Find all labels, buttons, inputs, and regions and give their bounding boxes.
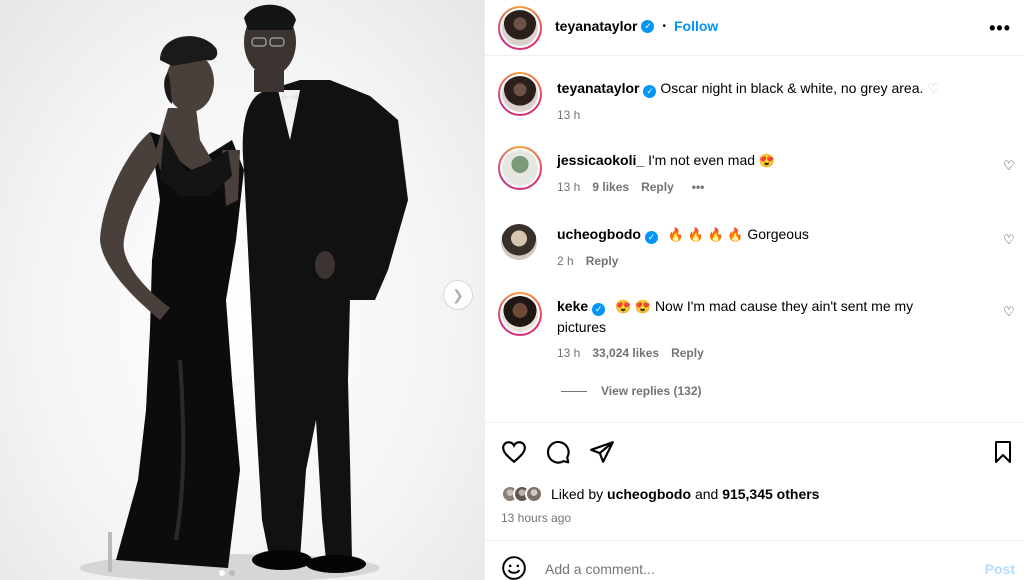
avatar-image [502,296,538,332]
comment-item: keke ✓ 😍 😍 Now I'm mad cause they ain't s… [485,288,1024,378]
liker-avatar [525,485,543,503]
caption-row: teyanataylor ✓ Oscar night in black & whi… [485,66,1024,134]
caption-text: Oscar night in black & white, no grey ar… [660,80,924,96]
heart-outline-icon: ♡ [927,80,940,96]
post-header: teyanataylor ✓ • Follow ••• [485,0,1024,56]
caption-time: 13 h [557,108,581,122]
post-button[interactable]: Post [985,561,1015,577]
author-username[interactable]: teyanataylor [555,18,637,34]
comment-username[interactable]: ucheogbodo [557,226,641,242]
heart-icon[interactable] [501,439,527,465]
like-comment-icon[interactable]: ♡ [1003,158,1015,173]
comment-time: 2 h [557,254,574,268]
avatar-image [502,10,538,46]
comment-emoji: 😍 [758,153,776,168]
more-icon[interactable]: ••• [989,18,1011,39]
comment-username[interactable]: jessicaokoli_ [557,152,644,168]
author-avatar[interactable] [498,6,542,50]
reply-button[interactable]: Reply [586,254,619,268]
next-photo-button[interactable]: ❯ [443,280,473,310]
view-replies-label: View replies (132) [601,384,702,398]
verified-badge-icon: ✓ [645,230,658,244]
view-replies-button[interactable]: View replies (132) [561,384,702,398]
share-icon[interactable] [589,439,615,465]
comment-item: jessicaokoli_ I'm not even mad 😍 13 h 9 … [485,140,1024,210]
post-details-panel: teyanataylor ✓ • Follow ••• teyanataylor… [484,0,1024,580]
verified-badge-icon: ✓ [641,19,655,33]
more-icon[interactable]: ••• [692,180,705,194]
comment-time: 13 h [557,180,581,194]
like-comment-icon[interactable]: ♡ [1003,232,1015,247]
comment-text: Gorgeous [747,226,809,242]
comment-likes[interactable]: 33,024 likes [592,346,659,360]
liked-count[interactable]: 915,345 others [722,486,819,502]
avatar-image [502,76,538,112]
reply-button[interactable]: Reply [671,346,704,360]
follow-button[interactable]: Follow [674,18,718,34]
liked-middle: and [694,486,719,502]
comment-emoji: 🔥 🔥 🔥 🔥 [667,227,744,242]
avatar-image [502,150,538,186]
comment-text: I'm not even mad [648,152,756,168]
comment-item: ucheogbodo ✓ 🔥 🔥 🔥 🔥 Gorgeous 2 h Reply ♡ [485,216,1024,286]
carousel-dot [229,570,235,576]
post-time: 13 hours ago [501,511,572,525]
comment-icon[interactable] [545,439,571,465]
divider-line [561,390,587,392]
caption-avatar[interactable] [498,72,542,116]
add-comment-bar: Post [485,540,1024,580]
emoji-icon[interactable] [501,555,527,580]
commenter-avatar[interactable] [498,146,542,190]
reply-button[interactable]: Reply [641,180,674,194]
liked-user[interactable]: ucheogbodo [607,486,691,502]
liked-prefix: Liked by [551,486,604,502]
carousel-dot [219,570,225,576]
carousel-dots [219,570,235,576]
caption-username[interactable]: teyanataylor [557,80,639,96]
commenter-avatar[interactable] [501,224,537,260]
commenter-avatar[interactable] [498,292,542,336]
comment-input[interactable] [545,561,945,577]
like-comment-icon[interactable]: ♡ [1003,304,1015,319]
post-photo[interactable]: ❯ [0,0,484,580]
verified-badge-icon: ✓ [643,84,657,98]
comment-likes[interactable]: 9 likes [592,180,629,194]
chevron-right-icon: ❯ [452,286,464,303]
comment-emoji: 😍 😍 [615,299,652,314]
comment-text: Now I'm mad cause they ain't sent me my … [557,298,914,335]
comment-username[interactable]: keke [557,298,588,314]
verified-badge-icon: ✓ [592,302,606,316]
separator-dot: • [662,20,666,32]
comment-time: 13 h [557,346,581,360]
photo-illustration [80,4,408,580]
bookmark-icon[interactable] [991,439,1015,465]
likes-summary[interactable]: Liked by ucheogbodo and 915,345 others [501,485,819,503]
